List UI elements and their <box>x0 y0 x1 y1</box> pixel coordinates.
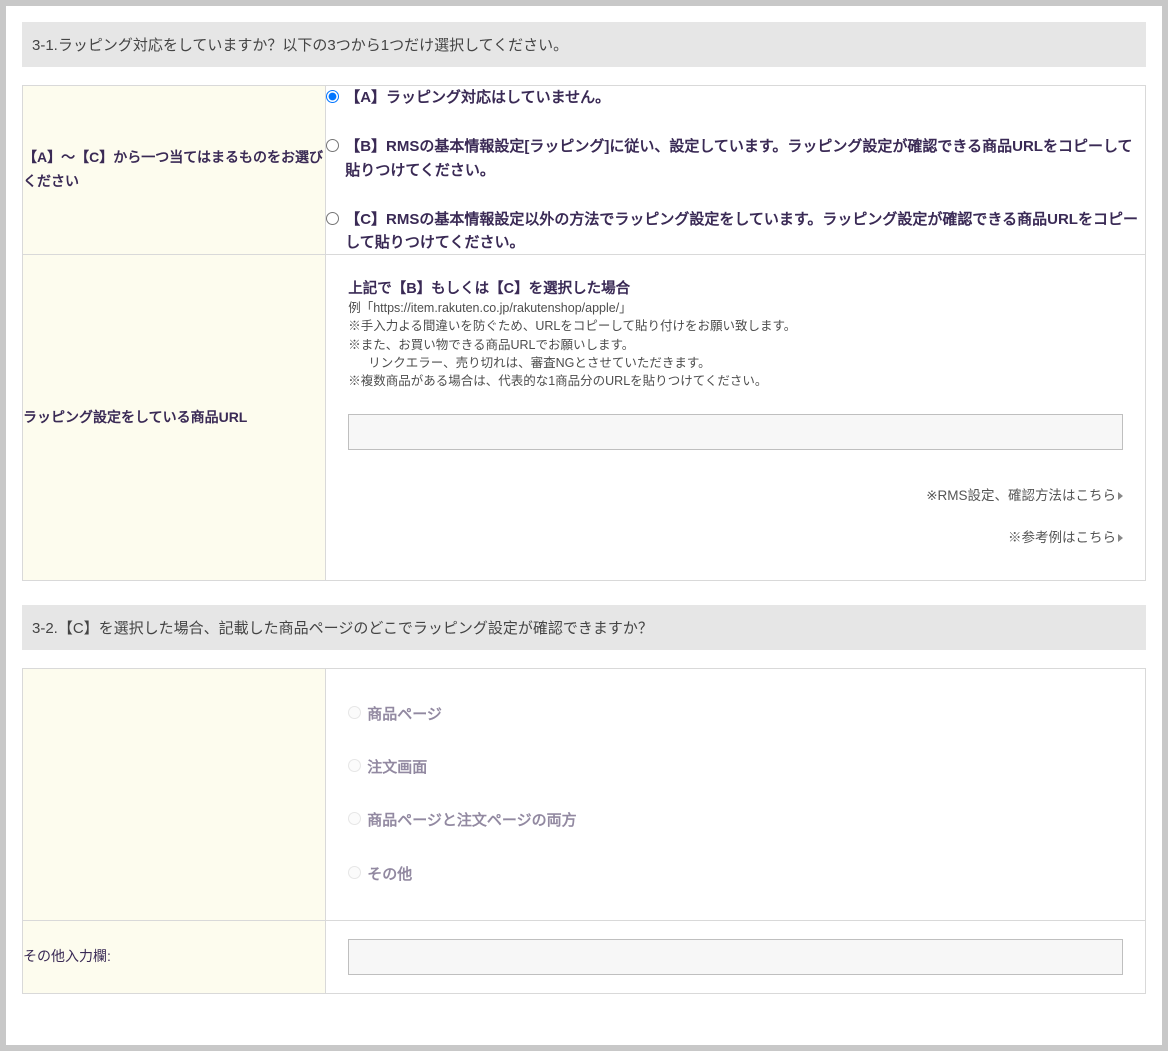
page-location-product-label: 商品ページ <box>367 703 442 726</box>
wrapping-radio-b[interactable] <box>326 139 339 152</box>
row-3-1-choice-value: 【A】ラッピング対応はしていません。 【B】RMSの基本情報設定[ラッピング]に… <box>326 86 1146 255</box>
row-3-2-other-label: その他入力欄: <box>23 920 326 993</box>
url-intro-bold: 上記で【B】もしくは【C】を選択した場合 <box>348 277 1123 298</box>
page-location-order-label: 注文画面 <box>367 756 427 779</box>
url-input-wrap <box>348 414 1123 450</box>
page-location-radio-other[interactable] <box>348 866 361 879</box>
row-3-2-choice-label <box>23 668 326 920</box>
page-location-option-product[interactable]: 商品ページ <box>348 703 1123 726</box>
example-link-text: ※参考例はこちら <box>1008 530 1116 545</box>
page-location-radio-order[interactable] <box>348 759 361 772</box>
row-3-2-choice-value: 商品ページ 注文画面 商品ページと注文ページの両方 その他 <box>326 668 1146 920</box>
url-note-example: 例「https://item.rakuten.co.jp/rakutenshop… <box>348 299 1123 317</box>
chevron-right-icon <box>1118 534 1123 542</box>
url-note-2: ※手入力よる間違いを防ぐため、URLをコピーして貼り付けをお願い致します。 <box>348 317 1123 335</box>
row-3-1-url-label: ラッピング設定をしている商品URL <box>23 255 326 581</box>
wrapping-radio-group: 【A】ラッピング対応はしていません。 【B】RMSの基本情報設定[ラッピング]に… <box>326 86 1145 254</box>
page-location-option-both[interactable]: 商品ページと注文ページの両方 <box>348 809 1123 832</box>
rms-settings-link[interactable]: ※RMS設定、確認方法はこちら <box>348 484 1123 504</box>
page-location-radio-product[interactable] <box>348 706 361 719</box>
row-3-2-other-value <box>326 920 1146 993</box>
wrapping-option-b-label: 【B】RMSの基本情報設定[ラッピング]に従い、設定しています。ラッピング設定が… <box>345 135 1145 182</box>
page-location-radio-group: 商品ページ 注文画面 商品ページと注文ページの両方 その他 <box>348 703 1123 886</box>
section-3-2-header: 3-2.【C】を選択した場合、記載した商品ページのどこでラッピング設定が確認でき… <box>22 605 1146 650</box>
url-note-3b: リンクエラー、売り切れは、審査NGとさせていただきます。 <box>348 354 1123 372</box>
url-note-4: ※複数商品がある場合は、代表的な1商品分のURLを貼りつけてください。 <box>348 372 1123 390</box>
url-instruction-block: 上記で【B】もしくは【C】を選択した場合 例「https://item.raku… <box>348 277 1123 546</box>
wrapping-option-c-label: 【C】RMSの基本情報設定以外の方法でラッピング設定をしています。ラッピング設定… <box>345 208 1145 255</box>
wrapping-option-b[interactable]: 【B】RMSの基本情報設定[ラッピング]に従い、設定しています。ラッピング設定が… <box>326 135 1145 182</box>
wrapping-radio-a[interactable] <box>326 90 339 103</box>
page-location-option-other[interactable]: その他 <box>348 863 1123 886</box>
row-3-1-choice-label: 【A】～【C】から一つ当てはまるものをお選びください <box>23 86 326 255</box>
example-link[interactable]: ※参考例はこちら <box>348 526 1123 546</box>
page-location-radio-both[interactable] <box>348 812 361 825</box>
url-links-right: ※RMS設定、確認方法はこちら ※参考例はこちら <box>348 484 1123 546</box>
section-3-1-header: 3-1.ラッピング対応をしていますか？以下の3つから1つだけ選択してください。 <box>22 22 1146 67</box>
wrapping-radio-c[interactable] <box>326 212 339 225</box>
form-page: 3-1.ラッピング対応をしていますか？以下の3つから1つだけ選択してください。 … <box>6 6 1162 1045</box>
url-note-3: ※また、お買い物できる商品URLでお願いします。 <box>348 336 1123 354</box>
section-3-1-table: 【A】～【C】から一つ当てはまるものをお選びください 【A】ラッピング対応はして… <box>22 85 1146 581</box>
row-3-1-url-value: 上記で【B】もしくは【C】を選択した場合 例「https://item.raku… <box>326 255 1146 581</box>
other-text-input[interactable] <box>348 939 1123 975</box>
section-3-2-table: 商品ページ 注文画面 商品ページと注文ページの両方 その他 <box>22 668 1146 994</box>
rms-settings-link-text: ※RMS設定、確認方法はこちら <box>926 488 1116 503</box>
page-location-option-order[interactable]: 注文画面 <box>348 756 1123 779</box>
wrapping-option-c[interactable]: 【C】RMSの基本情報設定以外の方法でラッピング設定をしています。ラッピング設定… <box>326 208 1145 255</box>
wrapping-url-input[interactable] <box>348 414 1123 450</box>
wrapping-option-a[interactable]: 【A】ラッピング対応はしていません。 <box>326 86 1145 109</box>
chevron-right-icon <box>1118 492 1123 500</box>
page-location-other-label: その他 <box>367 863 412 886</box>
page-location-both-label: 商品ページと注文ページの両方 <box>367 809 576 832</box>
wrapping-option-a-label: 【A】ラッピング対応はしていません。 <box>345 86 610 109</box>
